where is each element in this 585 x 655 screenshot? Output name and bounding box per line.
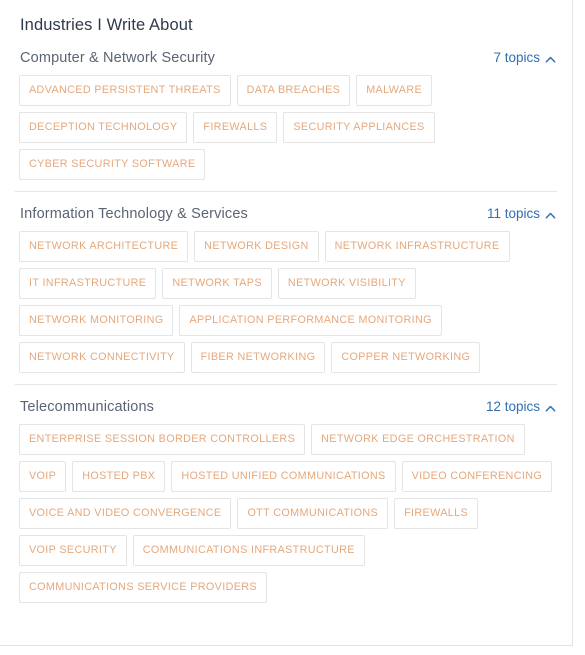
chevron-up-icon (545, 54, 556, 65)
topic-tag[interactable]: ADVANCED PERSISTENT THREATS (19, 75, 231, 106)
topic-tag[interactable]: FIREWALLS (394, 498, 479, 529)
topic-tag-list: NETWORK ARCHITECTURE NETWORK DESIGN NETWOR… (14, 231, 558, 384)
topic-tag[interactable]: FIBER NETWORKING (190, 342, 326, 373)
industries-card: Industries I Write About Computer & Netw… (0, 0, 573, 646)
topic-tag[interactable]: OTT COMMUNICATIONS (237, 498, 389, 529)
topic-tag[interactable]: NETWORK CONNECTIVITY (19, 342, 185, 373)
topic-tag[interactable]: ENTERPRISE SESSION BORDER CONTROLLERS (19, 424, 306, 455)
section-header: Computer & Network Security 7 topics (14, 36, 558, 75)
topic-tag[interactable]: CYBER SECURITY SOFTWARE (19, 149, 206, 180)
topic-tag[interactable]: NETWORK TAPS (162, 268, 272, 299)
section-title: Information Technology & Services (20, 206, 248, 222)
topic-tag[interactable]: MALWARE (356, 75, 433, 106)
topic-tag[interactable]: NETWORK INFRASTRUCTURE (324, 231, 510, 262)
section-header: Information Technology & Services 11 topi… (14, 192, 558, 231)
section-header: Telecommunications 12 topics (14, 385, 558, 424)
topic-tag[interactable]: FIREWALLS (193, 112, 278, 143)
topic-tag[interactable]: APPLICATION PERFORMANCE MONITORING (179, 305, 442, 336)
section-collapse-toggle[interactable]: 7 topics (493, 49, 556, 67)
topic-tag[interactable]: NETWORK VISIBILITY (277, 268, 416, 299)
topic-tag-list: ENTERPRISE SESSION BORDER CONTROLLERS NET… (14, 424, 558, 614)
topic-tag[interactable]: COPPER NETWORKING (331, 342, 481, 373)
topic-tag[interactable]: SECURITY APPLIANCES (283, 112, 435, 143)
topic-tag[interactable]: DECEPTION TECHNOLOGY (19, 112, 188, 143)
topic-count-label: 12 topics (485, 399, 540, 414)
topic-tag[interactable]: NETWORK MONITORING (19, 305, 174, 336)
sections-container: Computer & Network Security 7 topics ADVAN… (14, 36, 558, 614)
topic-tag[interactable]: IT INFRASTRUCTURE (19, 268, 157, 299)
section-collapse-toggle[interactable]: 12 topics (486, 398, 556, 416)
topic-tag[interactable]: HOSTED UNIFIED COMMUNICATIONS (171, 461, 396, 492)
page-title: Industries I Write About (20, 16, 193, 34)
topic-tag[interactable]: NETWORK EDGE ORCHESTRATION (311, 424, 525, 455)
chevron-up-icon (545, 210, 556, 221)
industry-section: Telecommunications 12 topics ENTERPRISE SE… (14, 384, 558, 614)
topic-tag[interactable]: NETWORK DESIGN (194, 231, 319, 262)
topic-tag[interactable]: COMMUNICATIONS INFRASTRUCTURE (132, 535, 365, 566)
topic-tag[interactable]: VOIP SECURITY (19, 535, 127, 566)
industry-section: Computer & Network Security 7 topics ADVAN… (14, 36, 558, 191)
industry-section: Information Technology & Services 11 topi… (14, 191, 558, 384)
topic-tag[interactable]: DATA BREACHES (236, 75, 351, 106)
section-title: Telecommunications (20, 399, 155, 415)
topic-tag[interactable]: HOSTED PBX (72, 461, 166, 492)
chevron-up-icon (545, 403, 556, 414)
section-collapse-toggle[interactable]: 11 topics (487, 205, 556, 223)
section-title: Computer & Network Security (20, 50, 216, 66)
topic-tag[interactable]: COMMUNICATIONS SERVICE PROVIDERS (19, 572, 267, 603)
topic-tag[interactable]: VOICE AND VIDEO CONVERGENCE (19, 498, 232, 529)
topic-count-label: 7 topics (493, 50, 540, 65)
topic-tag[interactable]: VIDEO CONFERENCING (401, 461, 553, 492)
topic-tag-list: ADVANCED PERSISTENT THREATS DATA BREACHES… (14, 75, 558, 191)
topic-tag[interactable]: NETWORK ARCHITECTURE (19, 231, 189, 262)
topic-count-label: 11 topics (486, 206, 540, 221)
topic-tag[interactable]: VOIP (19, 461, 67, 492)
